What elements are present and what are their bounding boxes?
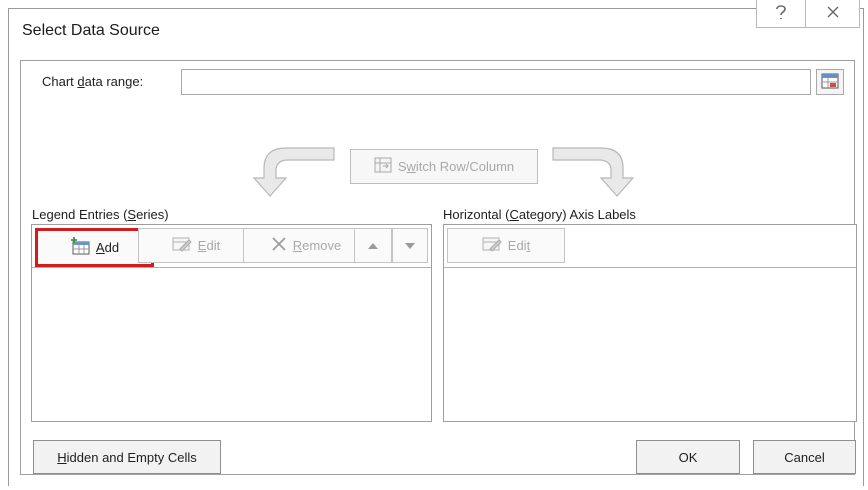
axis-labels-panel: Edit <box>443 224 857 422</box>
legend-entries-label: Legend Entries (Series) <box>32 207 169 222</box>
edit-series-icon <box>172 236 192 255</box>
remove-icon <box>271 236 287 255</box>
move-down-button[interactable] <box>392 228 428 263</box>
edit-series-label: Edit <box>197 238 221 253</box>
ok-button[interactable]: OK <box>636 440 740 474</box>
edit-series-button[interactable]: Edit <box>138 228 254 263</box>
dialog-title: Select Data Source <box>22 22 160 39</box>
cancel-button[interactable]: Cancel <box>753 440 856 474</box>
add-series-label: Add <box>95 240 120 255</box>
legend-entries-panel: Add Edit Remove <box>31 224 432 422</box>
edit-axis-labels-label: Edit <box>507 238 531 253</box>
remove-series-button[interactable]: Remove <box>243 228 369 263</box>
axis-labels-list[interactable] <box>444 267 856 421</box>
axis-labels-label: Horizontal (Category) Axis Labels <box>443 207 636 222</box>
switch-row-column-icon <box>374 157 392 176</box>
help-button[interactable] <box>756 0 806 28</box>
switch-arrow-left-icon <box>246 142 336 198</box>
switch-arrow-right-icon <box>551 142 641 198</box>
close-icon <box>826 5 840 22</box>
edit-axis-labels-button[interactable]: Edit <box>447 228 565 263</box>
switch-row-column-button[interactable]: Switch Row/Column <box>350 149 538 184</box>
hidden-and-empty-cells-button[interactable]: Hidden and Empty Cells <box>33 440 221 474</box>
chart-data-range-input[interactable] <box>181 69 811 95</box>
switch-row-column-label: Switch Row/Column <box>397 159 515 174</box>
edit-axis-icon <box>482 236 502 255</box>
range-select-button[interactable] <box>816 69 844 95</box>
range-select-icon <box>821 73 839 92</box>
move-down-icon <box>404 238 416 253</box>
chart-data-range-label: Chart data range: <box>42 74 144 89</box>
move-up-button[interactable] <box>354 228 392 263</box>
add-series-button[interactable]: Add <box>35 228 154 267</box>
legend-toolbar: Add Edit Remove <box>32 225 431 268</box>
help-icon <box>773 3 789 24</box>
close-button[interactable] <box>806 0 860 28</box>
remove-series-label: Remove <box>292 238 342 253</box>
move-up-icon <box>367 238 379 253</box>
series-list[interactable] <box>32 267 431 421</box>
axis-toolbar: Edit <box>444 225 856 268</box>
add-series-icon <box>70 237 90 258</box>
